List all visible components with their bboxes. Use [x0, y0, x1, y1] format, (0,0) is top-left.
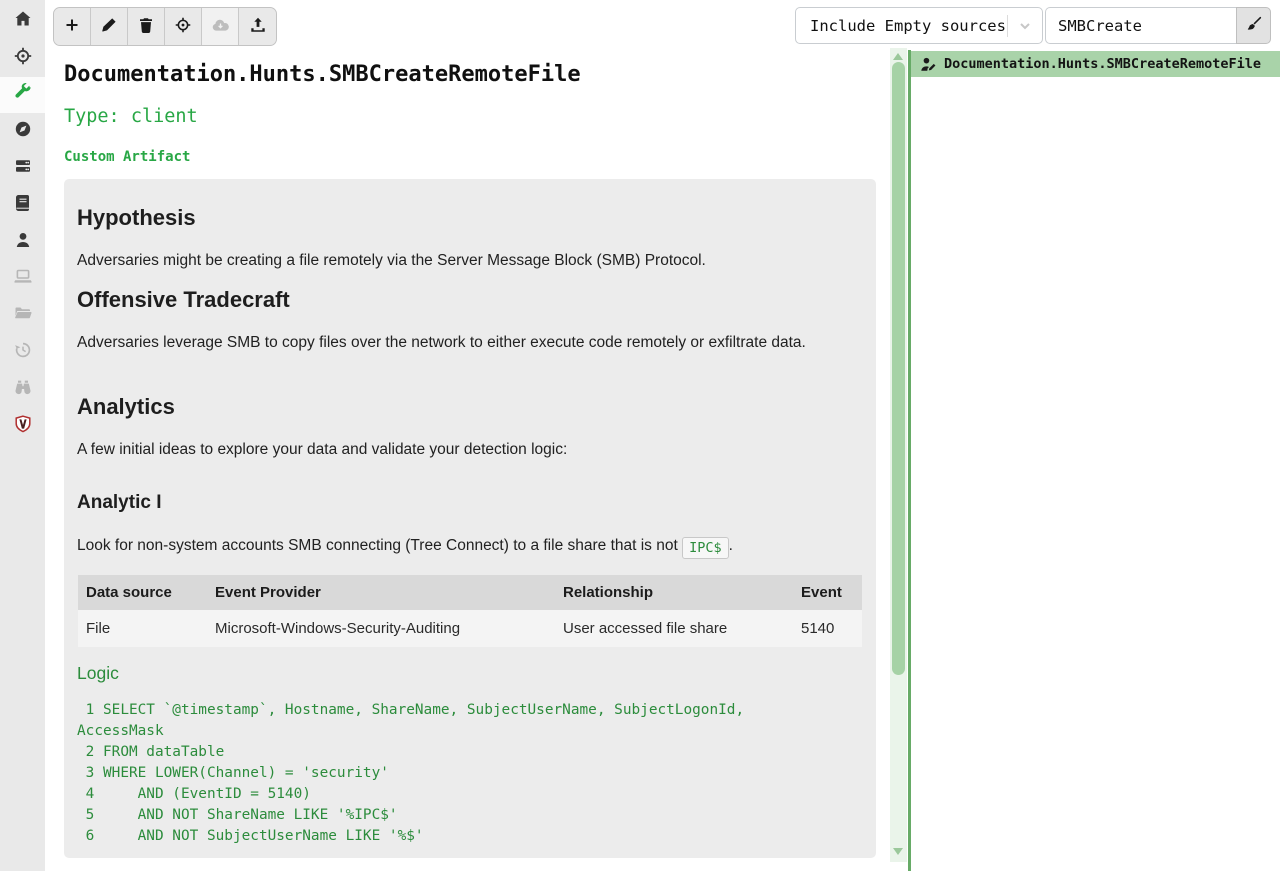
sidebar-item-virtual-filesystem: [0, 297, 45, 334]
hunt-artifact-button[interactable]: [165, 8, 202, 45]
sidebar-item-users[interactable]: [0, 224, 45, 261]
history-icon: [14, 341, 32, 364]
trash-icon: [138, 17, 154, 36]
sidebar-item-dashboard[interactable]: [0, 113, 45, 150]
table-cell: File: [78, 610, 207, 647]
table-header-row: Data source Event Provider Relationship …: [78, 575, 862, 610]
artifact-list-pane: Documentation.Hunts.SMBCreateRemoteFile: [911, 50, 1280, 871]
artifact-list-item-selected[interactable]: Documentation.Hunts.SMBCreateRemoteFile: [911, 51, 1280, 77]
crosshairs-icon: [175, 17, 191, 36]
pencil-icon: [101, 17, 117, 36]
scrollbar-thumb[interactable]: [892, 62, 905, 675]
app-root: Include Empty sources Documentation.Hunt…: [0, 0, 1280, 871]
notebook-icon: [14, 194, 32, 217]
dashboard-icon: [14, 120, 32, 143]
logic-heading: Logic: [77, 663, 119, 684]
home-icon: [14, 10, 32, 33]
sidebar-item-client-events: [0, 371, 45, 408]
sidebar-item-home[interactable]: [0, 3, 45, 40]
upload-artifact-button[interactable]: [239, 8, 276, 45]
topbar: Include Empty sources: [45, 0, 1280, 50]
paintbrush-icon: [1246, 16, 1262, 35]
crosshairs-icon: [14, 47, 32, 70]
user-icon: [14, 231, 32, 254]
clear-search-button[interactable]: [1236, 7, 1271, 44]
sidebar: [0, 0, 45, 871]
sidebar-item-collected-artifacts: [0, 334, 45, 371]
wrench-icon: [14, 83, 32, 106]
tradecraft-text: Adversaries leverage SMB to copy files o…: [77, 330, 835, 355]
logic-code-block: 1 SELECT `@timestamp`, Hostname, ShareNa…: [77, 700, 744, 847]
analytic1-text: Look for non-system accounts SMB connect…: [77, 533, 835, 559]
binoculars-icon: [14, 378, 32, 401]
table-header-cell: Event: [793, 575, 862, 610]
sidebar-item-notebooks[interactable]: [0, 187, 45, 224]
analytic1-heading: Analytic I: [77, 492, 161, 514]
add-artifact-button[interactable]: [54, 8, 91, 45]
artifact-search-group: Include Empty sources: [795, 7, 1271, 44]
table-header-cell: Event Provider: [207, 575, 555, 610]
analytics-heading: Analytics: [77, 394, 175, 420]
table-cell: User accessed file share: [555, 610, 793, 647]
edit-artifact-button[interactable]: [91, 8, 128, 45]
table-cell: 5140: [793, 610, 862, 647]
cloud-download-icon: [212, 18, 229, 36]
hypothesis-text: Adversaries might be creating a file rem…: [77, 248, 835, 273]
data-source-table: Data source Event Provider Relationship …: [78, 575, 862, 647]
inline-code-chip: IPC$: [682, 537, 729, 559]
scroll-down-icon[interactable]: [893, 848, 903, 855]
sidebar-item-view-artifacts[interactable]: [0, 77, 45, 114]
scroll-up-icon[interactable]: [893, 53, 903, 60]
sidebar-item-shield[interactable]: [0, 408, 45, 445]
artifact-title: Documentation.Hunts.SMBCreateRemoteFile: [64, 62, 581, 87]
delete-artifact-button[interactable]: [128, 8, 165, 45]
select-separator: [1007, 15, 1008, 37]
server-icon: [14, 157, 32, 180]
download-artifact-button: [202, 8, 239, 45]
doc-scrollbar[interactable]: [890, 48, 907, 862]
table-row: File Microsoft-Windows-Security-Auditing…: [78, 610, 862, 647]
artifact-description-card: Hypothesis Adversaries might be creating…: [64, 179, 876, 858]
table-cell: Microsoft-Windows-Security-Auditing: [207, 610, 555, 647]
user-edit-icon: [920, 57, 937, 72]
upload-icon: [250, 17, 266, 36]
shield-icon: [14, 415, 32, 438]
artifact-detail-pane: Documentation.Hunts.SMBCreateRemoteFile …: [45, 50, 890, 871]
artifact-type: Type: client: [64, 106, 198, 127]
sidebar-item-server-artifacts[interactable]: [0, 150, 45, 187]
include-empty-sources-select[interactable]: Include Empty sources: [795, 7, 1043, 44]
chevron-down-icon: [1018, 19, 1032, 33]
sidebar-item-hunt-manager[interactable]: [0, 40, 45, 77]
laptop-icon: [14, 267, 32, 290]
table-header-cell: Relationship: [555, 575, 793, 610]
sidebar-item-host-information: [0, 261, 45, 298]
custom-artifact-badge: Custom Artifact: [64, 149, 190, 165]
table-header-cell: Data source: [78, 575, 207, 610]
search-input-group: [1045, 7, 1271, 44]
artifact-toolbar: [53, 7, 277, 46]
hypothesis-heading: Hypothesis: [77, 205, 196, 231]
tradecraft-heading: Offensive Tradecraft: [77, 287, 290, 313]
folder-open-icon: [14, 304, 32, 327]
analytics-text: A few initial ideas to explore your data…: [77, 437, 835, 462]
plus-icon: [64, 17, 80, 36]
artifact-search-input[interactable]: [1045, 7, 1236, 44]
filter-select-value: Include Empty sources: [810, 17, 1007, 35]
artifact-list-item-label: Documentation.Hunts.SMBCreateRemoteFile: [944, 56, 1261, 72]
